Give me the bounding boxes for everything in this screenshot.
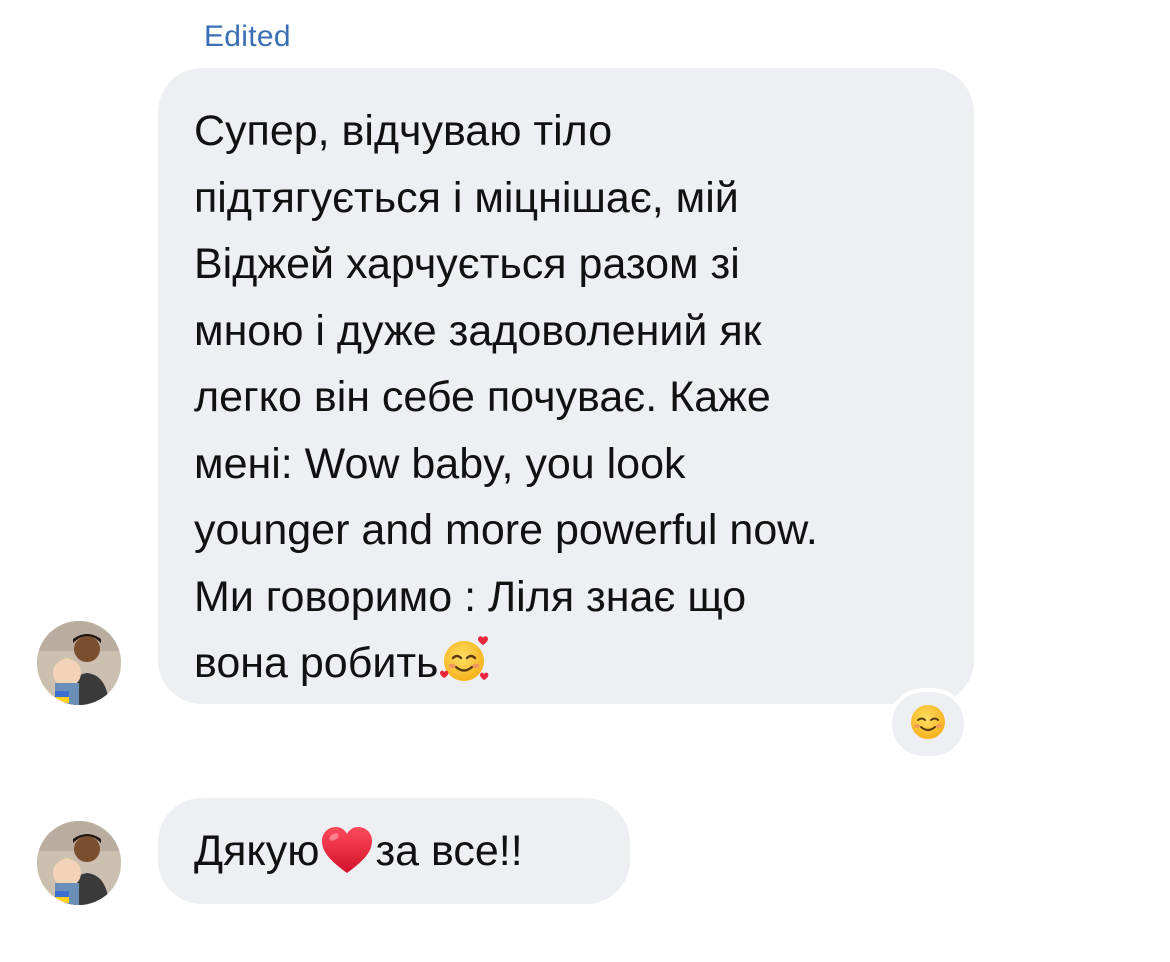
message-body: Супер, відчуваю тіло підтягується і міцн… (194, 107, 818, 687)
message-bubble[interactable]: Дякую за все!! (158, 798, 630, 904)
reaction-badge[interactable] (888, 688, 968, 760)
message-text-before: Дякую (194, 827, 320, 875)
avatar[interactable] (37, 621, 121, 705)
message-text: Дякую за все!! (194, 823, 523, 879)
message-bubble[interactable]: Супер, відчуваю тіло підтягується і міцн… (158, 68, 974, 704)
red-heart-icon (319, 823, 375, 879)
smiling-face-icon (906, 700, 950, 749)
smiling-face-with-hearts-icon (438, 631, 494, 687)
message-text-after: за все!! (375, 827, 523, 875)
edited-label: Edited (204, 20, 291, 53)
message-text: Супер, відчуваю тіло підтягується і міцн… (194, 98, 954, 697)
avatar[interactable] (37, 821, 121, 905)
